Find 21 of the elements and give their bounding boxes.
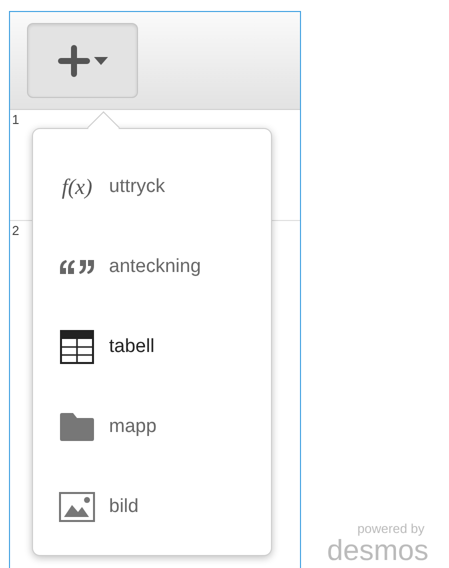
table-icon [60,330,94,364]
function-symbol: f(x) [62,174,92,200]
line-number: 1 [11,111,20,127]
menu-item-label: bild [109,496,139,518]
line-number: 2 [11,222,20,238]
menu-item[interactable]: bild [33,485,271,529]
caret-icon [94,56,108,64]
menu-item-label: anteckning [109,256,201,278]
menu-item-label: uttryck [109,176,165,198]
menu-item[interactable]: tabell [33,325,271,369]
menu-item-label: mapp [109,416,157,438]
folder-icon [60,413,94,441]
add-button[interactable] [27,23,138,98]
image-icon [59,492,95,522]
menu-item[interactable]: anteckning [33,245,271,289]
powered-by-caption: powered by [357,522,425,536]
menu-item[interactable]: f(x) uttryck [33,165,271,209]
menu-item[interactable]: mapp [33,405,271,449]
menu-item-label: tabell [109,336,154,358]
quote-icon [60,260,94,274]
plus-icon [58,44,90,76]
